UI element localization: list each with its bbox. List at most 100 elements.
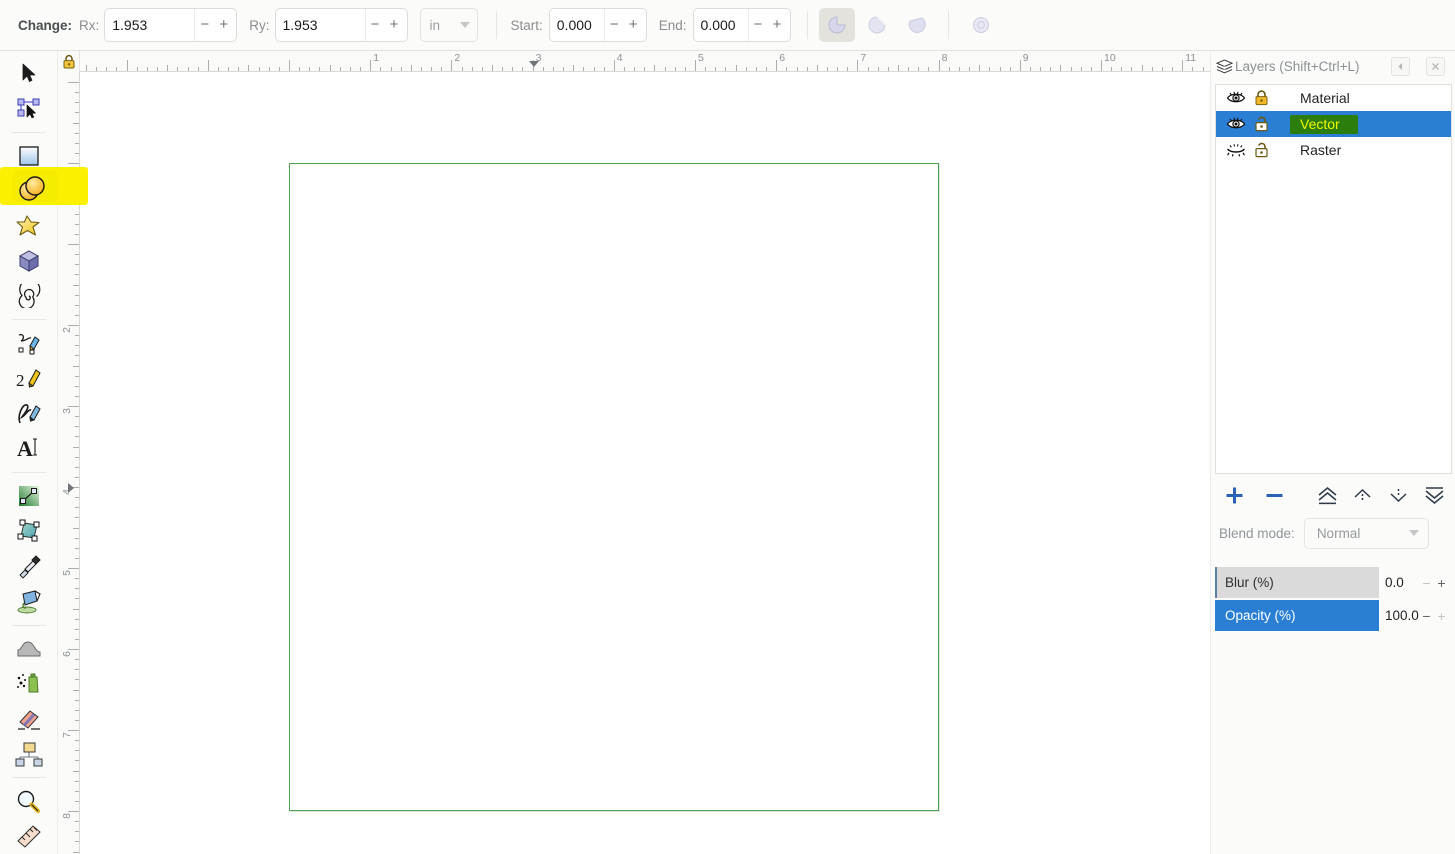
- layer-unlock-toggle[interactable]: [1254, 142, 1284, 158]
- rx-spinner[interactable]: − +: [104, 8, 238, 42]
- bezier-tool[interactable]: 2: [7, 362, 51, 395]
- ruler-tick: [75, 517, 79, 519]
- opacity-slider-row[interactable]: Opacity (%) 100.0 − +: [1215, 600, 1452, 631]
- layer-lock-toggle[interactable]: [1254, 90, 1284, 106]
- horizontal-ruler[interactable]: 1 2 3 4 5 6 7 8 9 10 11: [58, 51, 1210, 72]
- toolbox-separator-4: [11, 624, 46, 626]
- ruler-tick-label: 4: [616, 52, 623, 64]
- star-tool[interactable]: [7, 210, 51, 243]
- layer-visibility-toggle-hidden[interactable]: [1226, 143, 1254, 157]
- box3d-tool[interactable]: [7, 245, 51, 278]
- start-input[interactable]: [549, 9, 604, 41]
- dock-close-button[interactable]: [1426, 57, 1445, 76]
- change-label: Change:: [18, 17, 72, 33]
- layer-visibility-toggle[interactable]: [1226, 117, 1254, 131]
- ruler-tick: [75, 426, 79, 428]
- layer-name[interactable]: Vector: [1290, 114, 1358, 134]
- make-whole-ellipse-button[interactable]: [963, 8, 999, 42]
- svg-text:A: A: [17, 436, 33, 461]
- blur-increment-button[interactable]: +: [1434, 575, 1449, 591]
- dock-collapse-button[interactable]: [1391, 57, 1410, 76]
- opacity-increment-button[interactable]: +: [1434, 608, 1449, 624]
- ruler-tick: [360, 67, 362, 71]
- opacity-slider[interactable]: Opacity (%): [1215, 600, 1379, 631]
- eraser-tool[interactable]: [7, 702, 51, 735]
- end-increment-button[interactable]: +: [768, 9, 787, 41]
- selector-tool[interactable]: [7, 57, 51, 90]
- layer-unlock-toggle[interactable]: [1254, 116, 1284, 132]
- end-label: End:: [658, 17, 687, 33]
- blur-slider[interactable]: Blur (%): [1215, 567, 1379, 598]
- layers-list[interactable]: Material Vector Raster: [1215, 84, 1452, 474]
- node-tool[interactable]: [7, 92, 51, 125]
- spiral-tool[interactable]: [7, 279, 51, 312]
- toolbar-separator-2: [806, 11, 808, 39]
- unit-dropdown[interactable]: in: [419, 8, 478, 42]
- start-decrement-button[interactable]: −: [605, 9, 624, 41]
- ry-decrement-button[interactable]: −: [366, 9, 385, 41]
- end-spinner[interactable]: − +: [692, 8, 791, 42]
- drawing-canvas[interactable]: [80, 72, 1210, 854]
- ry-spinner[interactable]: − +: [274, 8, 408, 42]
- document-page[interactable]: [289, 163, 939, 811]
- rx-input[interactable]: [105, 9, 195, 41]
- mesh-tool[interactable]: [7, 515, 51, 548]
- toolbox-separator-1: [11, 131, 46, 133]
- connector-tool[interactable]: [7, 737, 51, 770]
- ruler-tick: [75, 223, 79, 225]
- pencil-tool[interactable]: [7, 327, 51, 360]
- end-decrement-button[interactable]: −: [749, 9, 768, 41]
- ruler-tick: [75, 557, 79, 559]
- ry-input[interactable]: [275, 9, 365, 41]
- text-tool[interactable]: A: [7, 432, 51, 465]
- ellipse-tool[interactable]: [7, 175, 51, 208]
- measure-tool[interactable]: [7, 820, 51, 853]
- lower-layer-button[interactable]: [1381, 481, 1417, 509]
- ruler-tick-label: 5: [61, 570, 73, 576]
- ruler-tick: [908, 67, 910, 71]
- ruler-tick: [1101, 60, 1102, 71]
- zoom-tool[interactable]: [7, 785, 51, 818]
- layer-name[interactable]: Raster: [1284, 142, 1341, 158]
- ruler-tick: [1060, 65, 1062, 71]
- calligraphy-tool[interactable]: [7, 397, 51, 430]
- layer-name[interactable]: Material: [1284, 90, 1350, 106]
- gradient-tool[interactable]: [7, 480, 51, 513]
- ruler-tick: [73, 122, 79, 124]
- layer-visibility-toggle[interactable]: [1226, 91, 1254, 105]
- blur-decrement-button[interactable]: −: [1419, 575, 1434, 591]
- tweak-tool[interactable]: [7, 632, 51, 665]
- ruler-tick: [73, 284, 79, 286]
- raise-layer-button[interactable]: [1345, 481, 1381, 509]
- start-increment-button[interactable]: +: [624, 9, 643, 41]
- blend-mode-dropdown[interactable]: Normal: [1303, 517, 1429, 549]
- ruler-tick: [512, 67, 514, 71]
- paint-bucket-tool[interactable]: [7, 585, 51, 618]
- ruler-lock-button[interactable]: [58, 51, 80, 72]
- layer-row-vector[interactable]: Vector: [1216, 111, 1451, 137]
- remove-layer-button[interactable]: [1255, 481, 1295, 509]
- rectangle-tool[interactable]: [7, 140, 51, 173]
- layer-row-material[interactable]: Material: [1216, 85, 1451, 111]
- lower-to-bottom-button[interactable]: [1416, 481, 1452, 509]
- raise-to-top-button[interactable]: [1309, 481, 1345, 509]
- rx-increment-button[interactable]: +: [214, 9, 233, 41]
- ruler-tick-label: 10: [1104, 52, 1116, 64]
- dropper-tool[interactable]: [7, 550, 51, 583]
- layer-row-raster[interactable]: Raster: [1216, 137, 1451, 163]
- add-layer-button[interactable]: [1215, 481, 1255, 509]
- ruler-tick: [75, 578, 79, 580]
- spray-tool[interactable]: [7, 667, 51, 700]
- start-spinner[interactable]: − +: [548, 8, 647, 42]
- ry-increment-button[interactable]: +: [385, 9, 404, 41]
- ruler-tick: [238, 67, 240, 71]
- ruler-tick: [705, 67, 707, 71]
- arc-mode-chord-button[interactable]: [899, 8, 935, 42]
- end-input[interactable]: [693, 9, 748, 41]
- ruler-tick: [1192, 67, 1194, 71]
- arc-mode-arc-button[interactable]: [859, 8, 895, 42]
- arc-mode-slice-button[interactable]: [818, 8, 855, 42]
- opacity-decrement-button[interactable]: −: [1419, 608, 1434, 624]
- blur-slider-row[interactable]: Blur (%) 0.0 − +: [1215, 567, 1452, 598]
- rx-decrement-button[interactable]: −: [195, 9, 214, 41]
